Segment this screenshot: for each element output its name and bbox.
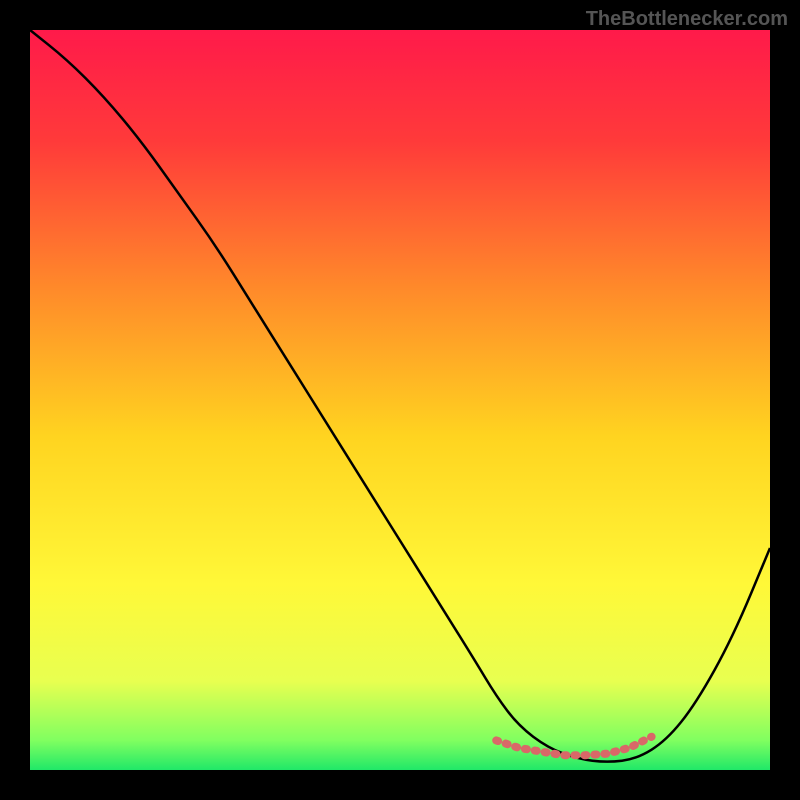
watermark-text: TheBottlenecker.com — [586, 8, 788, 31]
chart-container — [30, 30, 770, 770]
gradient-background — [30, 30, 770, 770]
